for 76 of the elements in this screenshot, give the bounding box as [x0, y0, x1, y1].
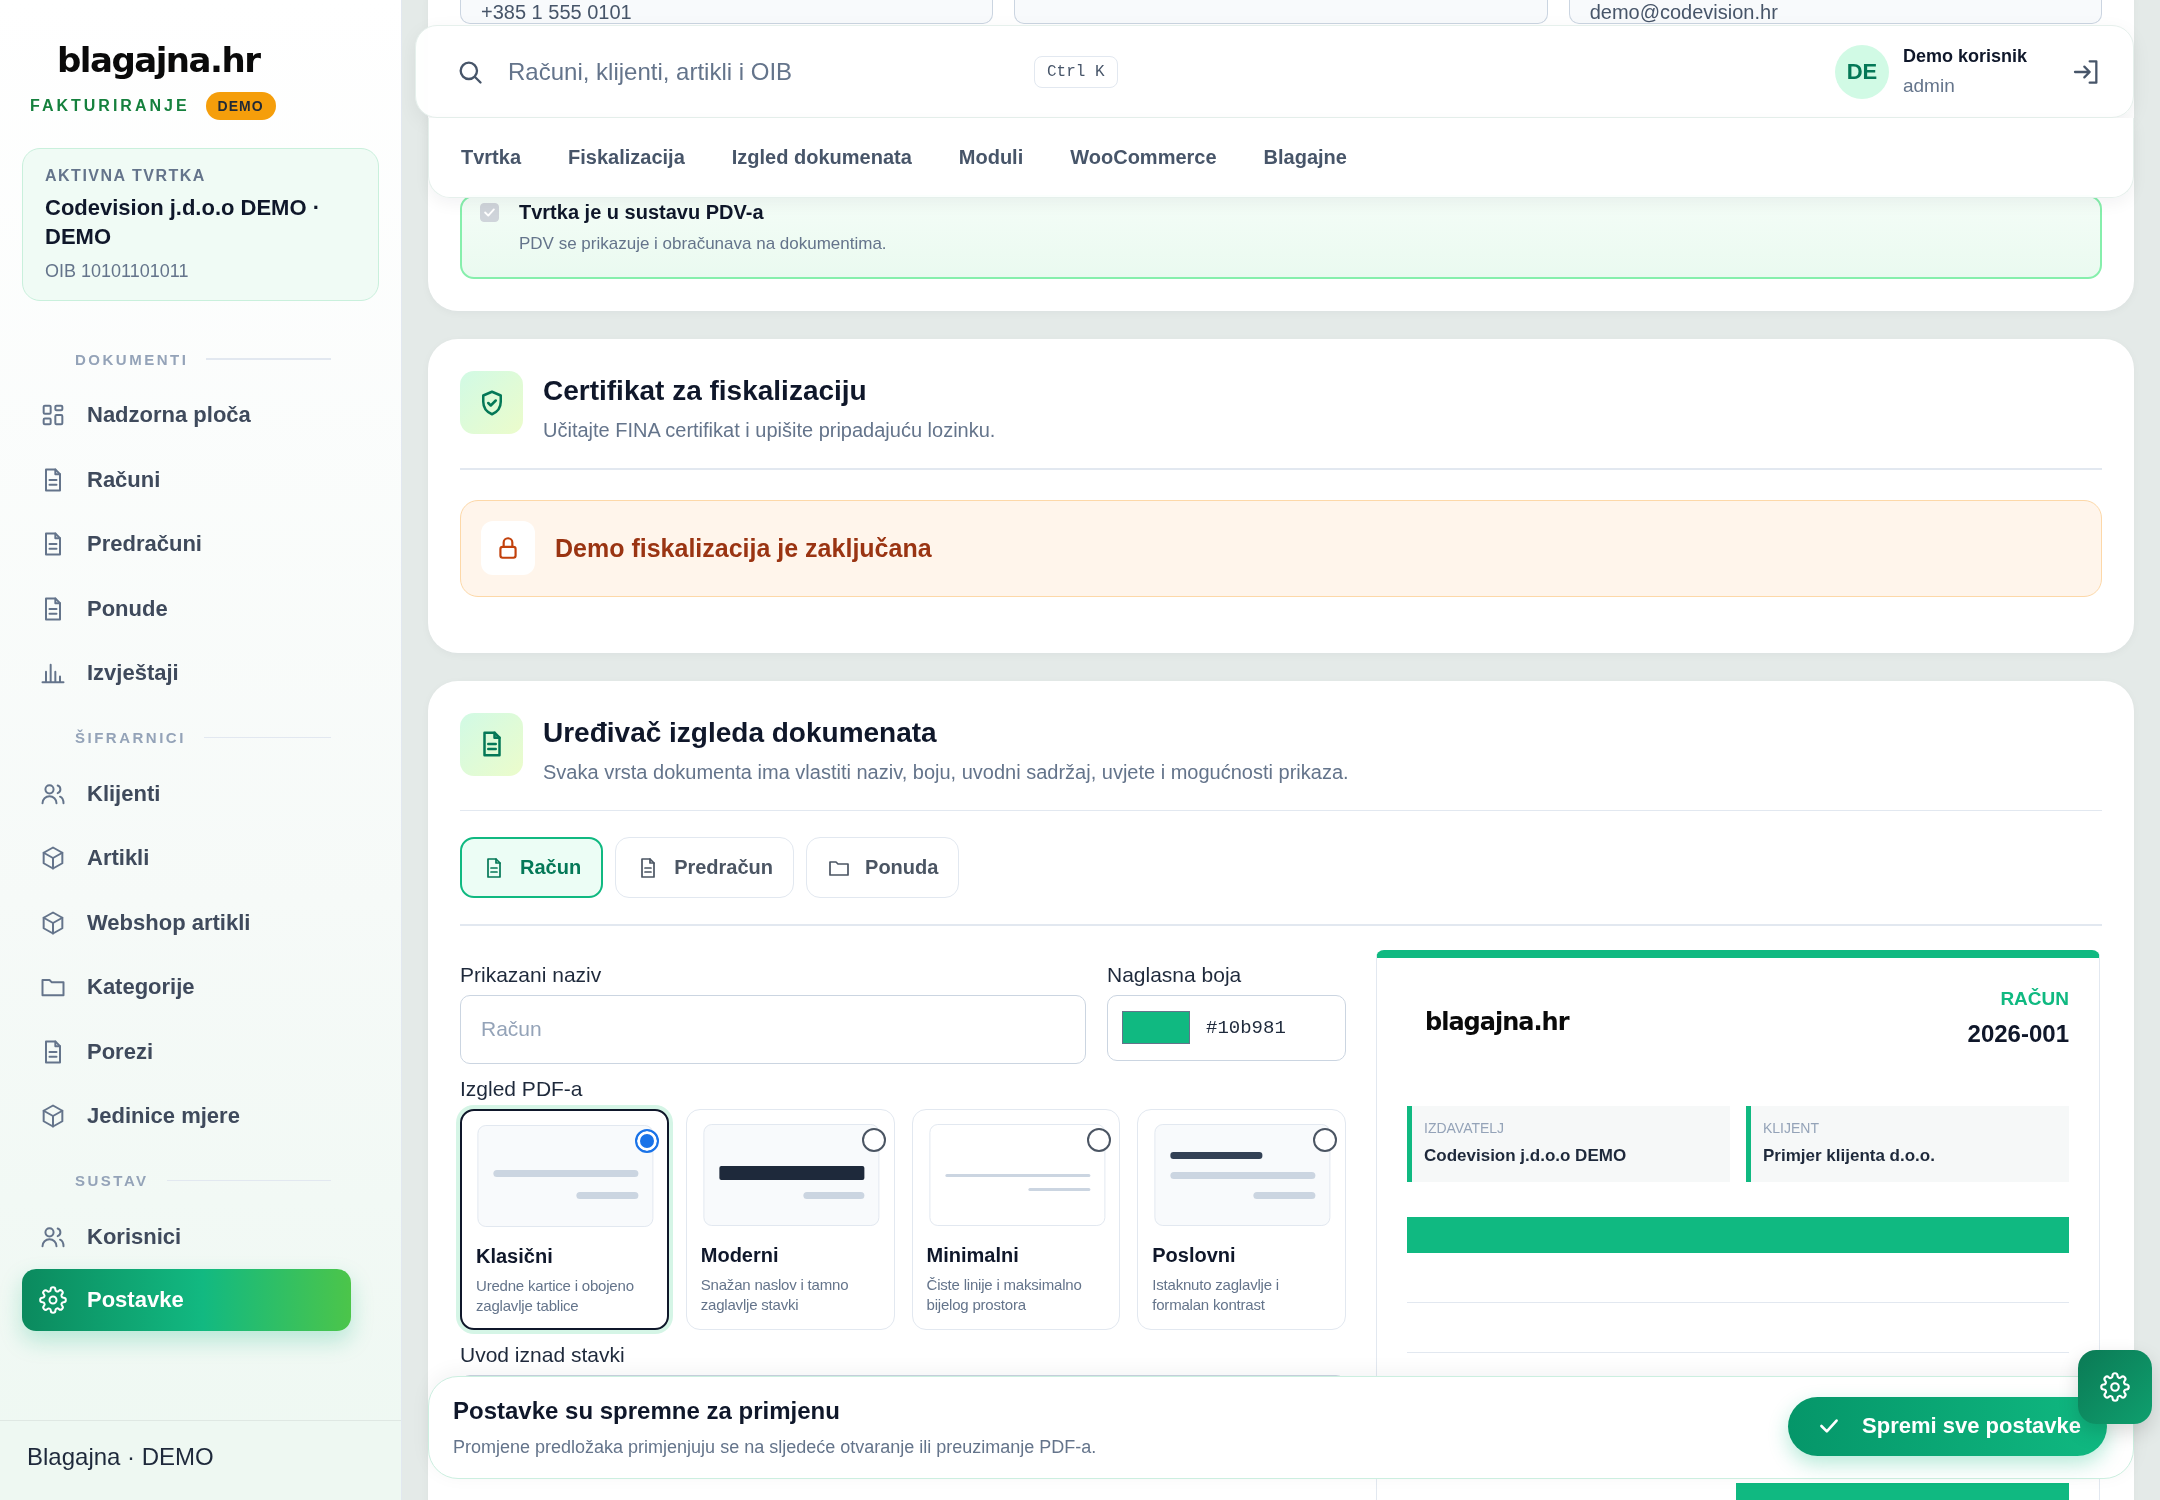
sidebar-item[interactable]: Kategorije: [22, 955, 351, 1020]
template-name: Minimalni: [926, 1243, 1020, 1267]
party-label: IZDAVATELJ: [1424, 1119, 1506, 1136]
field-label: Uvod iznad stavki: [460, 1343, 626, 1365]
field-label: Naglasna boja: [1107, 963, 1243, 985]
template-description: Uredne kartice i obojeno zaglavlje tablice: [476, 1275, 635, 1316]
sidebar-item[interactable]: Izvještaji: [22, 641, 351, 706]
input-field[interactable]: demo@codevision.hr: [1568, 0, 2102, 24]
settings-tab[interactable]: Blagajne: [1263, 146, 1347, 169]
settings-tab[interactable]: Tvrtka: [461, 146, 522, 169]
sidebar-item[interactable]: Nadzorna ploča: [22, 383, 351, 448]
template-name: Moderni: [700, 1243, 780, 1267]
sidebar-item[interactable]: Webshop artikli: [22, 890, 351, 955]
user-role: admin: [1902, 75, 1956, 97]
settings-tab[interactable]: Izgled dokumenata: [731, 146, 912, 169]
section-title: ŠIFRARNICI: [75, 729, 186, 746]
template-description: Snažan naslov i tamno zaglavlje stavki: [700, 1274, 850, 1315]
input-field[interactable]: +385 1 555 0101: [460, 0, 994, 24]
vat-description: PDV se prikazuje i obračunava na dokumentima.: [519, 234, 888, 254]
party-name: Codevision j.d.o.o DEMO: [1424, 1145, 1628, 1166]
company-label: AKTIVNA TVRTKA: [45, 167, 207, 185]
footer-subtitle: Promjene predložaka primjenjuju se na sljedeće otvaranje ili preuzimanje PDF-a.: [453, 1437, 1097, 1458]
search-field[interactable]: Računi, klijenti, artikli i OIB Ctrl K: [456, 55, 1118, 88]
company-oib: OIB 10101101011: [45, 261, 190, 282]
avatar: DE: [1834, 44, 1889, 99]
sidebar-item[interactable]: Porezi: [22, 1019, 351, 1084]
document-tab[interactable]: Račun: [460, 837, 604, 898]
section-title: Certifikat za fiskalizaciju: [543, 375, 868, 407]
section-subtitle: Učitajte FINA certifikat i upišite pripadajuću lozinku.: [543, 419, 996, 442]
checkbox-label: Tvrtka je u sustavu PDV-a: [519, 201, 764, 224]
alert-text: Demo fiskalizacija je zaključana: [555, 533, 932, 563]
footer-title: Postavke su spremne za primjenu: [453, 1397, 841, 1425]
template-name: Klasični: [476, 1244, 554, 1268]
section-title: Uređivač izgleda dokumenata: [543, 716, 938, 749]
sidebar-item[interactable]: Korisnici: [22, 1204, 351, 1269]
template-description: Čiste linije i maksimalno bijelog prostora: [926, 1274, 1083, 1315]
user-name: Demo korisnik: [1902, 46, 2027, 67]
settings-icon: [2100, 1372, 2130, 1402]
settings-tab[interactable]: Moduli: [958, 146, 1024, 169]
logo: blagajna.hr: [1425, 1007, 1569, 1038]
sidebar-item[interactable]: Računi: [22, 447, 351, 512]
demo-badge: DEMO: [205, 92, 276, 120]
template-card[interactable]: Minimalni Čiste linije i maksimalno bijelog prostora: [911, 1108, 1121, 1330]
color-swatch: [1122, 1011, 1190, 1044]
field-label: Prikazani naziv: [460, 963, 603, 985]
document-number: 2026-001: [1967, 1019, 2069, 1048]
company-name: Codevision j.d.o.o DEMO · DEMO: [45, 194, 321, 251]
color-value: #10b981: [1206, 1016, 1286, 1039]
sidebar-item[interactable]: Ponude: [22, 576, 351, 641]
color-field[interactable]: #10b981: [1107, 994, 1346, 1061]
document-type: RAČUN: [1999, 987, 2069, 1010]
section-title: DOKUMENTI: [75, 350, 189, 368]
sidebar-item[interactable]: Klijenti: [22, 761, 351, 826]
party-name: Primjer klijenta d.o.o.: [1763, 1145, 1936, 1166]
check-icon: [482, 205, 497, 220]
settings-tab[interactable]: WooCommerce: [1070, 146, 1217, 169]
section-subtitle: Svaka vrsta dokumenta ima vlastiti naziv, boju, uvodni sadržaj, uvjete i mogućnosti prikaza.: [543, 760, 1349, 784]
document-tab[interactable]: Predračun: [615, 837, 795, 898]
app-subtitle: FAKTURIRANJE: [30, 97, 190, 115]
logo: blagajna.hr: [56, 40, 260, 80]
template-card[interactable]: Poslovni Istaknuto zaglavlje i formalan kontrast: [1137, 1108, 1346, 1330]
input-field[interactable]: Račun: [460, 994, 1086, 1064]
sidebar-item[interactable]: Jedinice mjere: [22, 1084, 351, 1149]
shortcut-key: Ctrl K: [1034, 55, 1118, 88]
document-tab[interactable]: Ponuda: [806, 837, 960, 898]
field-label: Izgled PDF-a: [460, 1077, 584, 1099]
sidebar-item[interactable]: Artikli: [22, 826, 351, 891]
section-title: SUSTAV: [75, 1172, 149, 1189]
party-label: KLIJENT: [1763, 1119, 1820, 1136]
template-description: Istaknuto zaglavlje i formalan kontrast: [1152, 1274, 1280, 1315]
settings-icon: [39, 1286, 67, 1314]
sidebar-item[interactable]: Predračuni: [22, 512, 351, 577]
template-name: Poslovni: [1152, 1243, 1237, 1267]
checkbox[interactable]: [480, 203, 499, 222]
template-card[interactable]: Moderni Snažan naslov i tamno zaglavlje stavki: [685, 1108, 895, 1330]
settings-tab[interactable]: Fiskalizacija: [568, 146, 685, 169]
